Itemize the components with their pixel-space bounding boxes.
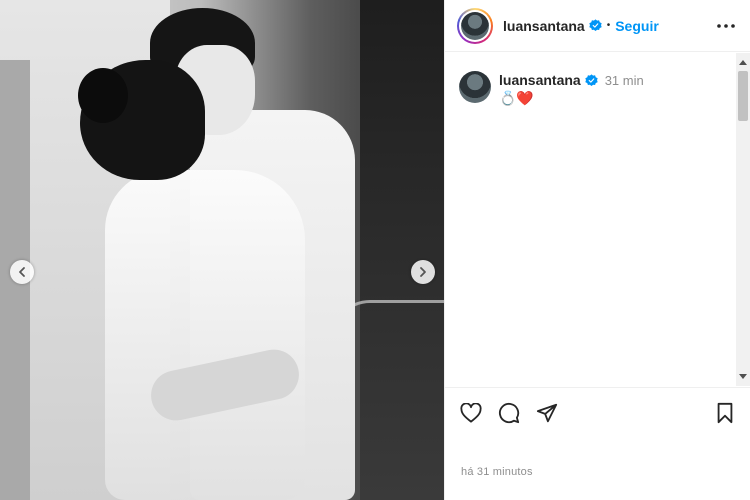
comment-icon	[498, 402, 520, 423]
caption-time: 31 min	[604, 72, 644, 88]
comments-scrollbar[interactable]	[736, 53, 750, 386]
scroll-down-arrow[interactable]	[739, 374, 747, 379]
chevron-right-icon	[420, 267, 426, 277]
chevron-left-icon	[19, 267, 25, 277]
caption: luansantana 31 min 💍❤️	[459, 63, 723, 107]
more-options-icon	[717, 23, 735, 28]
like-button[interactable]	[459, 401, 483, 425]
comment-button[interactable]	[497, 401, 521, 425]
separator-dot: •	[606, 20, 611, 31]
post-timestamp: há 31 minutos	[461, 466, 533, 478]
bookmark-icon	[717, 402, 733, 423]
send-icon	[536, 403, 558, 422]
next-photo-button[interactable]	[411, 260, 435, 284]
caption-body: luansantana 31 min 💍❤️	[499, 72, 644, 107]
photo-woman-dress	[105, 170, 305, 500]
action-bar	[445, 387, 750, 437]
caption-avatar[interactable]	[459, 71, 491, 103]
save-button[interactable]	[713, 401, 737, 425]
verified-badge-icon	[589, 19, 602, 32]
avatar-image	[461, 11, 489, 40]
scroll-thumb[interactable]	[738, 71, 748, 121]
photo-woman-bun	[78, 68, 128, 123]
share-button[interactable]	[535, 401, 559, 425]
post-side-panel: luansantana • Seguir luansantana 31 min …	[444, 0, 750, 500]
follow-button[interactable]: Seguir	[615, 18, 659, 34]
caption-username[interactable]: luansantana	[499, 72, 581, 88]
verified-badge-icon	[585, 73, 598, 86]
previous-photo-button[interactable]	[10, 260, 34, 284]
profile-avatar[interactable]	[457, 7, 493, 44]
caption-text: 💍❤️	[499, 90, 534, 106]
post-photo[interactable]	[0, 0, 444, 500]
header-username[interactable]: luansantana	[503, 18, 585, 34]
scroll-up-arrow[interactable]	[739, 60, 747, 65]
heart-icon	[460, 402, 482, 423]
post-header: luansantana • Seguir	[445, 0, 750, 52]
more-options-button[interactable]	[714, 14, 738, 38]
comments-section: luansantana 31 min 💍❤️	[445, 53, 737, 386]
